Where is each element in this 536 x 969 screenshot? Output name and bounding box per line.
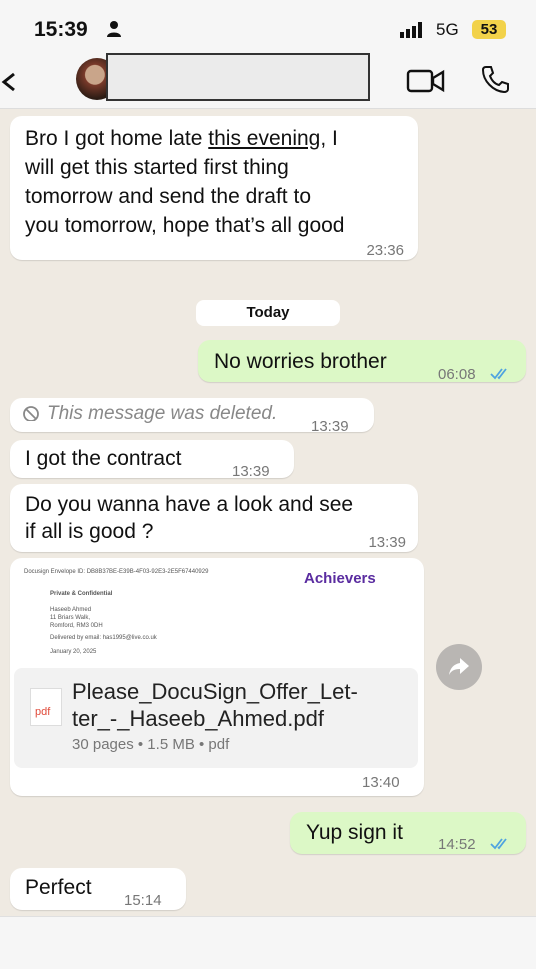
message-time: 15:14 bbox=[124, 892, 162, 909]
preview-address: Romford, RM3 0DH bbox=[50, 623, 103, 629]
input-bar[interactable] bbox=[0, 916, 536, 969]
double-check-icon bbox=[490, 830, 512, 859]
message-deleted[interactable]: This message was deleted. 13:39 bbox=[10, 398, 374, 435]
date-separator: Today bbox=[196, 300, 340, 326]
document-attachment[interactable]: pdf Please_DocuSign_Offer_Let- ter_-_Has… bbox=[14, 668, 418, 768]
double-check-icon bbox=[490, 360, 512, 389]
message-link[interactable]: this evening bbox=[208, 127, 320, 150]
message-text: Bro I got home late bbox=[25, 127, 209, 150]
message-incoming[interactable]: I got the contract 13:39 bbox=[10, 440, 294, 480]
message-outgoing[interactable]: No worries brother 06:08 bbox=[198, 340, 526, 383]
battery-indicator: 53 bbox=[472, 20, 506, 39]
preview-address: 11 Briars Walk, bbox=[50, 615, 91, 621]
status-time: 15:39 bbox=[34, 18, 88, 41]
message-incoming[interactable]: Bro I got home late this evening, I will… bbox=[10, 116, 418, 260]
pdf-label: pdf bbox=[35, 706, 51, 718]
message-time: 13:39 bbox=[232, 463, 270, 480]
message-text: you tomorrow, hope that’s all good bbox=[25, 214, 345, 237]
forward-button[interactable] bbox=[436, 644, 482, 690]
forward-icon bbox=[448, 657, 470, 682]
message-time: 13:40 bbox=[362, 774, 400, 791]
preview-heading: Private & Confidential bbox=[50, 591, 113, 597]
blocked-icon bbox=[22, 401, 40, 430]
message-time: 13:39 bbox=[311, 418, 349, 435]
preview-name: Haseeb Ahmed bbox=[50, 607, 92, 613]
preview-date: January 20, 2025 bbox=[50, 649, 97, 655]
message-outgoing[interactable]: Yup sign it 14:52 bbox=[290, 812, 526, 854]
message-time: 23:36 bbox=[366, 242, 404, 259]
brand-logo: Achievers bbox=[304, 570, 376, 587]
chat-header bbox=[0, 53, 536, 109]
pdf-file-icon: pdf bbox=[30, 688, 62, 726]
message-time: 14:52 bbox=[438, 836, 476, 853]
message-text: Do you wanna have a look and see bbox=[25, 493, 354, 516]
message-text: tomorrow and send the draft to bbox=[25, 185, 311, 208]
message-text: This message was deleted. bbox=[47, 403, 278, 424]
message-time: 13:39 bbox=[368, 534, 406, 551]
video-call-icon[interactable] bbox=[406, 68, 446, 99]
filename-line: ter_-_Haseeb_Ahmed.pdf bbox=[72, 706, 324, 731]
status-bar: 15:39 5G 53 bbox=[0, 0, 536, 56]
message-text: if all is good ? bbox=[25, 520, 154, 543]
message-text: No worries brother bbox=[214, 350, 387, 373]
preview-envelope-id: Docusign Envelope ID: DB8B37BE-E39B-4F03… bbox=[24, 569, 209, 575]
message-text: I got the contract bbox=[25, 447, 182, 470]
message-incoming[interactable]: Perfect 15:14 bbox=[10, 868, 186, 910]
network-label: 5G bbox=[436, 20, 459, 39]
message-text: will get this started first thing bbox=[25, 156, 289, 179]
message-time: 06:08 bbox=[438, 366, 476, 383]
document-preview[interactable]: Docusign Envelope ID: DB8B37BE-E39B-4F03… bbox=[14, 564, 420, 656]
document-meta: 30 pages • 1.5 MB • pdf bbox=[72, 736, 230, 753]
back-icon[interactable] bbox=[0, 62, 24, 102]
message-text: , I bbox=[320, 127, 338, 150]
person-icon bbox=[106, 20, 122, 43]
contact-name-redacted[interactable] bbox=[106, 53, 370, 101]
message-text: Perfect bbox=[25, 876, 92, 899]
signal-icon bbox=[400, 22, 426, 43]
phone-call-icon[interactable] bbox=[480, 64, 510, 99]
preview-delivered: Delivered by email: has1995@live.co.uk bbox=[50, 635, 157, 641]
document-filename: Please_DocuSign_Offer_Let- ter_-_Haseeb_… bbox=[72, 678, 358, 732]
message-text: Yup sign it bbox=[306, 821, 403, 844]
filename-line: Please_DocuSign_Offer_Let- bbox=[72, 679, 358, 704]
message-incoming[interactable]: Do you wanna have a look and see if all … bbox=[10, 484, 418, 552]
